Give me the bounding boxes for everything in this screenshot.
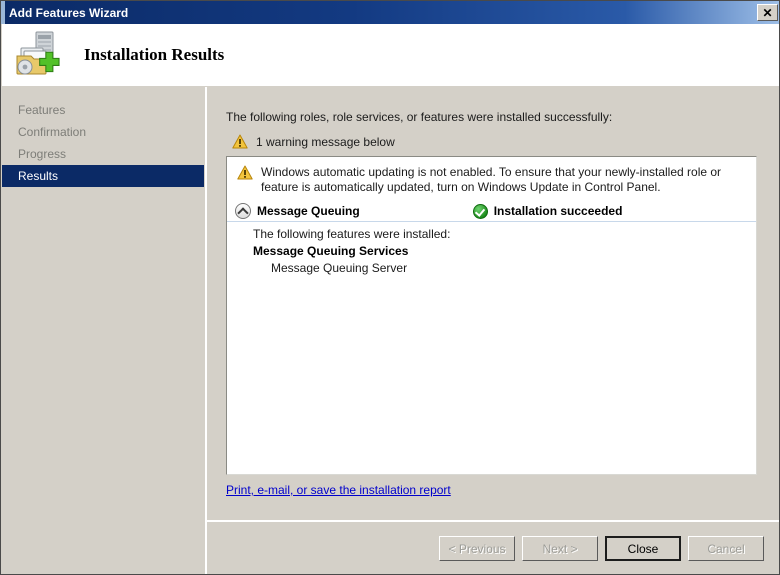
wizard-footer: < Previous Next > Close Cancel (207, 520, 779, 574)
sidebar-item-progress[interactable]: Progress (2, 143, 204, 165)
feature-child-name: Message Queuing Server (271, 261, 408, 275)
wizard-header: Installation Results (2, 24, 779, 86)
sidebar-item-results[interactable]: Results (2, 165, 204, 187)
installed-feature-list: The following features were installed: M… (227, 222, 756, 277)
cancel-button[interactable]: Cancel (688, 536, 764, 561)
result-group-status: Installation succeeded (472, 203, 623, 219)
sidebar-item-confirmation[interactable]: Confirmation (2, 121, 204, 143)
feature-list-intro: The following features were installed: (253, 227, 451, 241)
warning-icon (232, 134, 248, 149)
sidebar-item-features[interactable]: Features (2, 99, 204, 121)
wizard-step-nav: Features Confirmation Progress Results (2, 87, 204, 574)
success-check-icon (472, 203, 488, 219)
next-button[interactable]: Next > (522, 536, 598, 561)
wizard-button-row: < Previous Next > Close Cancel (439, 536, 764, 561)
print-email-save-report-link[interactable]: Print, e-mail, or save the installation … (226, 483, 451, 497)
results-content: The following roles, role services, or f… (207, 87, 779, 519)
page-title: Installation Results (84, 45, 225, 64)
close-button[interactable]: Close (605, 536, 681, 561)
panel-warning-row: Windows automatic updating is not enable… (227, 157, 756, 199)
add-features-wizard-window: Add Features Wizard ✕ Installation Resul… (0, 0, 780, 575)
result-group-status-label: Installation succeeded (493, 204, 623, 218)
warning-summary-label: 1 warning message below (256, 134, 395, 149)
installation-results-panel: Windows automatic updating is not enable… (226, 156, 757, 475)
titlebar-accent (1, 1, 5, 24)
result-group-name: Message Queuing (257, 204, 360, 218)
warning-summary: 1 warning message below (232, 134, 395, 149)
close-icon: ✕ (762, 5, 773, 20)
feature-group-name: Message Queuing Services (253, 244, 409, 258)
warning-icon (237, 165, 253, 180)
result-group-header[interactable]: Message Queuing Installation succeeded (227, 201, 756, 222)
window-title: Add Features Wizard (9, 5, 129, 20)
close-window-button[interactable]: ✕ (757, 4, 778, 21)
previous-button[interactable]: < Previous (439, 536, 515, 561)
intro-text: The following roles, role services, or f… (226, 110, 613, 124)
title-bar: Add Features Wizard ✕ (1, 1, 779, 24)
panel-warning-message: Windows automatic updating is not enable… (261, 165, 722, 194)
chevron-up-icon[interactable] (235, 203, 251, 219)
server-add-feature-icon (12, 30, 68, 80)
